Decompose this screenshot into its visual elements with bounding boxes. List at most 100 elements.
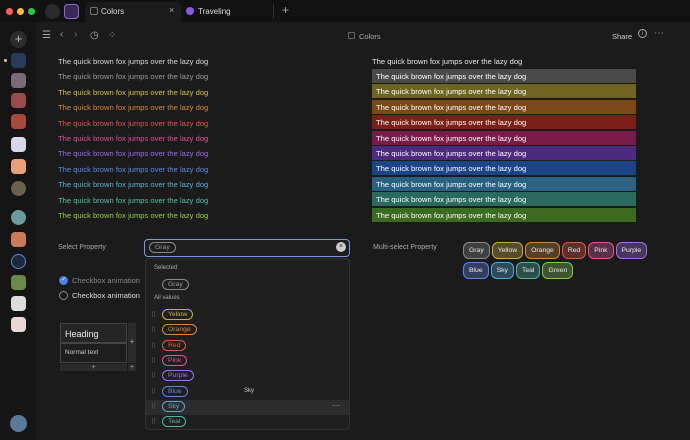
drag-handle-icon[interactable]: ⠿: [151, 326, 156, 334]
tab-traveling[interactable]: Traveling: [198, 7, 231, 16]
page-icon: [90, 7, 98, 15]
drag-handle-icon[interactable]: ⠿: [151, 418, 156, 426]
space-icon[interactable]: [11, 275, 26, 290]
colored-bar-line: The quick brown fox jumps over the lazy …: [372, 115, 636, 130]
multi-select-label: Multi-select Property: [373, 244, 437, 251]
selected-section-label: Selected: [154, 265, 178, 271]
colored-text-line: The quick brown fox jumps over the lazy …: [58, 180, 209, 190]
space-icon[interactable]: [11, 210, 26, 225]
colored-bar-line: The quick brown fox jumps over the lazy …: [372, 99, 636, 114]
multi-select-pill[interactable]: Red: [561, 242, 587, 259]
multi-select-pill[interactable]: Blue: [463, 262, 489, 279]
table-header-cell[interactable]: Heading: [60, 323, 127, 343]
multi-select-pill[interactable]: Yellow: [491, 242, 524, 259]
option-more-icon[interactable]: ⋯: [332, 401, 340, 410]
info-icon[interactable]: i: [638, 29, 647, 38]
colored-text-line: The quick brown fox jumps over the lazy …: [58, 164, 209, 174]
space-icon[interactable]: [11, 296, 26, 311]
more-icon[interactable]: ⋯: [654, 28, 664, 39]
add-row-button[interactable]: +: [60, 364, 127, 371]
multi-select-values[interactable]: Gray Yellow Orange Red Pink Purple Blue Sky Teal…: [463, 241, 653, 281]
history-icon[interactable]: ◷: [90, 30, 99, 41]
back-icon[interactable]: ‹: [60, 29, 63, 40]
window-titlebar: Colors × Traveling +: [0, 0, 690, 22]
select-dropdown: Selected Gray All values ⠿ Yellow ⠿ Orange ⠿…: [145, 258, 350, 430]
close-tab-icon[interactable]: ×: [169, 5, 174, 15]
minimize-window-button[interactable]: [17, 8, 24, 15]
add-column-button[interactable]: +: [128, 323, 136, 363]
add-row-column-button[interactable]: +: [128, 364, 136, 371]
space-icon[interactable]: [11, 53, 26, 68]
drag-preview-label: Sky: [244, 388, 255, 394]
forward-icon[interactable]: ›: [74, 29, 77, 40]
drag-handle-icon[interactable]: ⠿: [151, 357, 156, 365]
clear-icon[interactable]: ×: [336, 242, 346, 252]
share-button[interactable]: Share: [612, 32, 632, 41]
dropdown-option[interactable]: ⠿ Yellow: [146, 308, 349, 323]
add-space-icon[interactable]: +: [10, 31, 27, 48]
option-pill: Orange: [162, 324, 197, 336]
colored-text-line: The quick brown fox jumps over the lazy …: [58, 118, 209, 128]
dropdown-option[interactable]: ⠿ Teal: [146, 415, 349, 430]
multi-select-pill[interactable]: Sky: [490, 262, 514, 279]
multi-select-pill[interactable]: Green: [542, 262, 574, 279]
menu-icon[interactable]: ☰: [42, 30, 51, 41]
drag-handle-icon[interactable]: ⠿: [151, 372, 156, 380]
multi-select-pill[interactable]: Purple: [615, 242, 648, 259]
circle-icon[interactable]: [45, 4, 60, 19]
tab-colors[interactable]: Colors ×: [85, 2, 181, 22]
dropdown-option[interactable]: ⠿ Orange: [146, 323, 349, 338]
user-avatar[interactable]: [10, 415, 27, 432]
dropdown-option[interactable]: ⠿ Pink: [146, 354, 349, 369]
space-icon[interactable]: [11, 254, 26, 269]
dropdown-selected-gray[interactable]: Gray: [162, 279, 189, 290]
page-title: Colors: [359, 32, 381, 41]
dropdown-option[interactable]: ⠿ Sky: [146, 399, 349, 415]
space-icon[interactable]: [11, 159, 26, 174]
colored-bar-line: The quick brown fox jumps over the lazy …: [372, 192, 636, 207]
colored-text-line: The quick brown fox jumps over the lazy …: [58, 149, 209, 159]
space-icon[interactable]: [11, 181, 26, 196]
space-icon[interactable]: [11, 73, 26, 88]
multi-select-pill[interactable]: Pink: [588, 242, 614, 259]
tab-colors-label: Colors: [101, 7, 125, 16]
all-values-label: All values: [154, 295, 180, 301]
new-tab-icon[interactable]: +: [282, 3, 289, 17]
dropdown-option[interactable]: ⠿ Red: [146, 339, 349, 354]
colored-bar-line: The quick brown fox jumps over the lazy …: [372, 207, 636, 222]
graph-icon[interactable]: ⁘: [108, 30, 116, 41]
select-property-input[interactable]: Gray ×: [144, 239, 350, 257]
option-pill: Yellow: [162, 309, 194, 320]
multi-select-pill[interactable]: Orange: [525, 242, 560, 259]
space-icon[interactable]: [11, 317, 26, 332]
colored-bar-line: The quick brown fox jumps over the lazy …: [372, 130, 636, 145]
colored-text-line: The quick brown fox jumps over the lazy …: [58, 72, 209, 82]
space-icon[interactable]: [11, 93, 26, 108]
dropdown-option[interactable]: ⠿ Purple: [146, 369, 349, 384]
zoom-window-button[interactable]: [28, 8, 35, 15]
table-heading: Heading: [65, 329, 99, 339]
checkbox-checked[interactable]: ✓: [59, 276, 68, 285]
colored-text-line: The quick brown fox jumps over the lazy …: [58, 134, 209, 143]
calendar-icon[interactable]: [64, 4, 79, 19]
globe-icon: [186, 7, 194, 15]
selected-gray-pill[interactable]: Gray: [149, 242, 176, 253]
table-text: Normal text: [65, 349, 99, 356]
drag-handle-icon[interactable]: ⠿: [151, 342, 156, 350]
space-icon[interactable]: [11, 137, 26, 152]
checkbox-unchecked[interactable]: [59, 291, 68, 300]
drag-handle-icon[interactable]: ⠿: [151, 403, 156, 411]
drag-handle-icon[interactable]: ⠿: [151, 388, 156, 396]
colored-text-line: The quick brown fox jumps over the lazy …: [58, 211, 209, 220]
colored-bar-line: The quick brown fox jumps over the lazy …: [372, 161, 636, 176]
space-icon[interactable]: [11, 232, 26, 247]
table-cell[interactable]: Normal text: [60, 343, 127, 363]
space-icon[interactable]: [11, 114, 26, 129]
active-indicator: [4, 59, 7, 62]
page-toolbar: ☰ ‹ › ◷ ⁘ Colors Share i ⋯: [36, 22, 690, 50]
option-pill: Teal: [162, 416, 187, 428]
multi-select-pill[interactable]: Teal: [515, 262, 541, 279]
close-window-button[interactable]: [6, 8, 13, 15]
drag-handle-icon[interactable]: ⠿: [151, 311, 156, 319]
multi-select-pill[interactable]: Gray: [463, 242, 490, 259]
